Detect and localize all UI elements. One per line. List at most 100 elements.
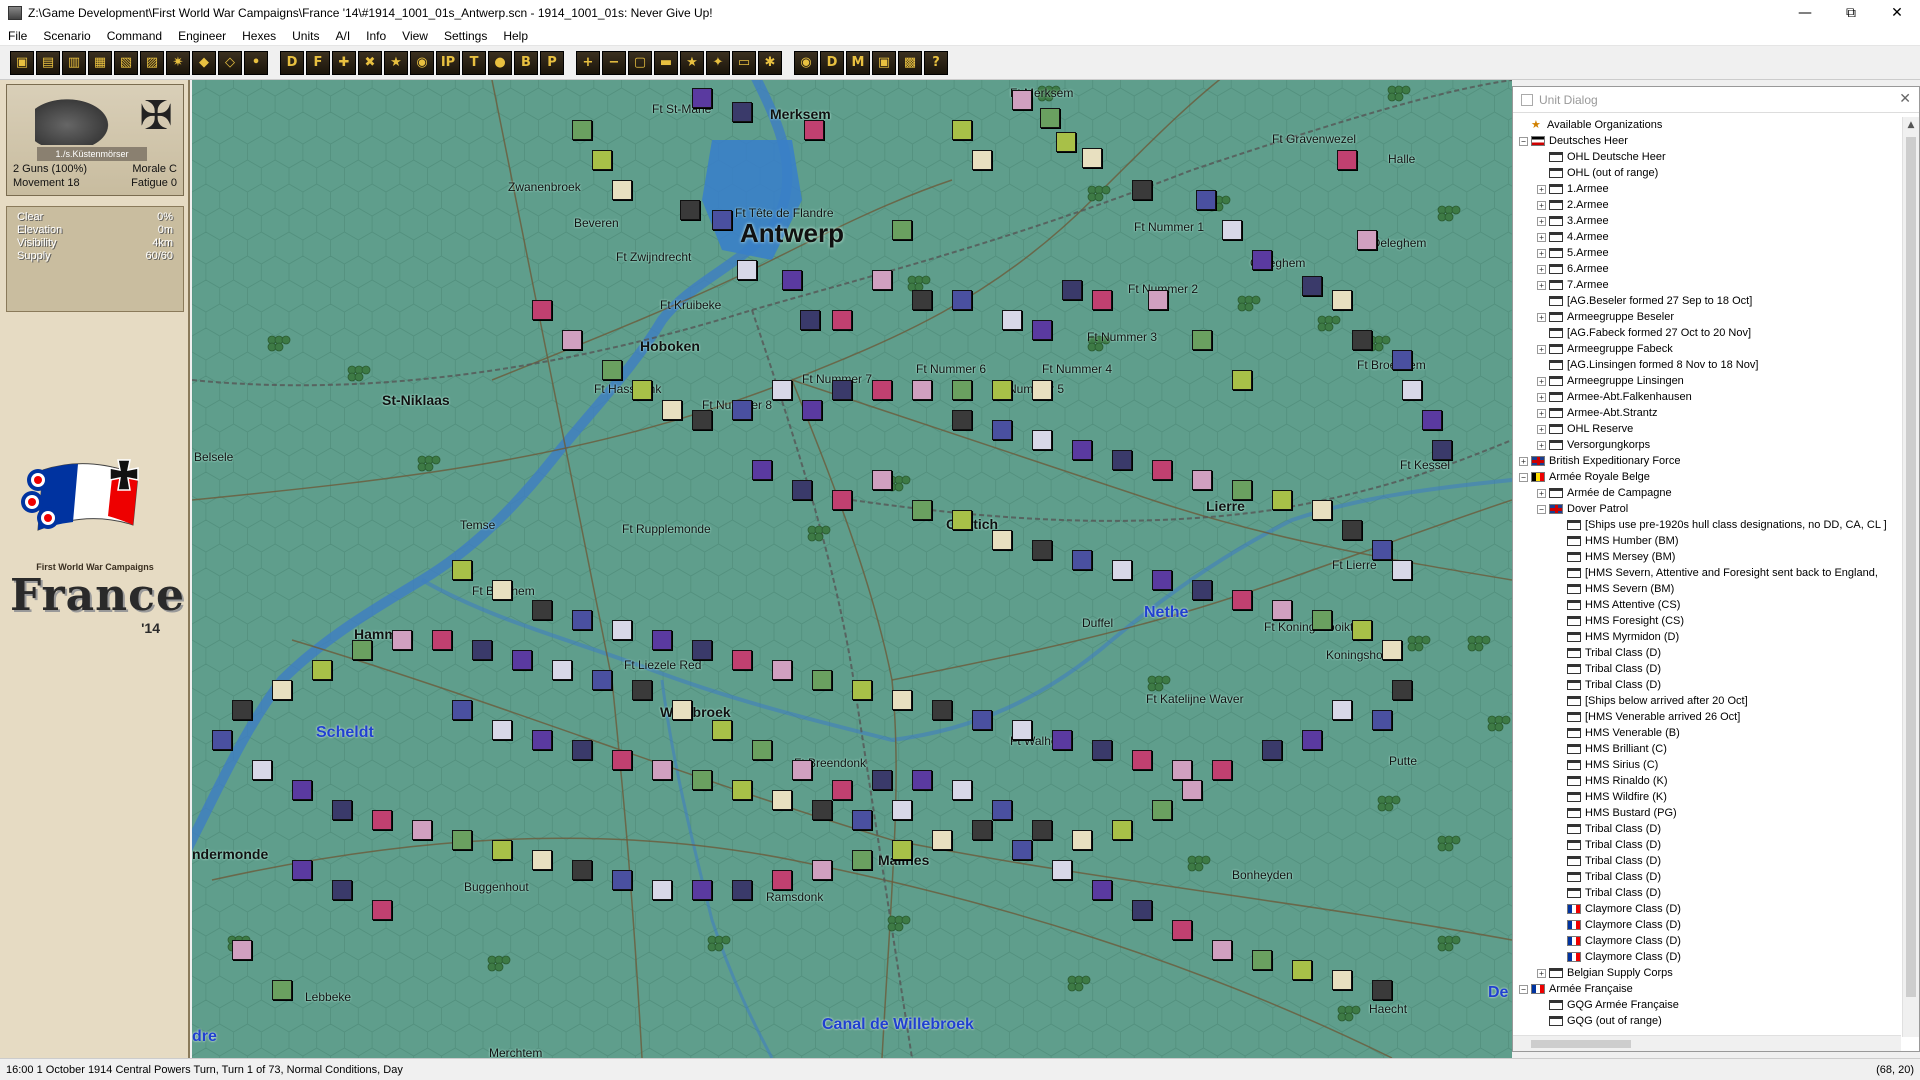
unit-counter[interactable]	[552, 660, 572, 680]
toolbar-button-23[interactable]: −	[602, 50, 626, 75]
unit-counter[interactable]	[1172, 760, 1192, 780]
toolbar-button-25[interactable]: ▬	[654, 50, 678, 75]
tree-item[interactable]: − Deutsches Heer	[1513, 133, 1901, 149]
unit-counter[interactable]	[612, 180, 632, 200]
unit-counter[interactable]	[612, 870, 632, 890]
unit-counter[interactable]	[872, 380, 892, 400]
organization-tree[interactable]: ★ Available Organizations − Deutsches Heer O…	[1513, 117, 1901, 1037]
unit-counter[interactable]	[492, 580, 512, 600]
unit-counter[interactable]	[432, 630, 452, 650]
unit-counter[interactable]	[1132, 750, 1152, 770]
unit-counter[interactable]	[1092, 740, 1112, 760]
unit-counter[interactable]	[1112, 450, 1132, 470]
unit-counter[interactable]	[792, 760, 812, 780]
tree-item[interactable]: Tribal Class (D)	[1513, 885, 1901, 901]
unit-counter[interactable]	[692, 88, 712, 108]
unit-counter[interactable]	[804, 120, 824, 140]
unit-counter[interactable]	[1112, 820, 1132, 840]
unit-card[interactable]: ✠ 1./s.Küstenmörser 2 Guns (100%) Morale…	[6, 84, 184, 196]
toolbar-button-8[interactable]: ◆	[192, 50, 216, 75]
expand-toggle-icon[interactable]: −	[1519, 984, 1528, 994]
unit-counter[interactable]	[1062, 280, 1082, 300]
unit-counter[interactable]	[892, 690, 912, 710]
unit-counter[interactable]	[812, 860, 832, 880]
unit-counter[interactable]	[872, 770, 892, 790]
toolbar-button-9[interactable]: ◇	[218, 50, 242, 75]
unit-counter[interactable]	[732, 102, 752, 122]
unit-counter[interactable]	[1072, 830, 1092, 850]
unit-counter[interactable]	[1072, 550, 1092, 570]
expand-toggle-icon[interactable]: −	[1519, 472, 1528, 482]
unit-counter[interactable]	[912, 770, 932, 790]
unit-counter[interactable]	[692, 770, 712, 790]
tree-item[interactable]: + Belgian Supply Corps	[1513, 965, 1901, 981]
toolbar-button-34[interactable]: ▩	[898, 50, 922, 75]
unit-counter[interactable]	[752, 460, 772, 480]
unit-counter[interactable]	[632, 380, 652, 400]
toolbar-button-35[interactable]: ?	[924, 50, 948, 75]
unit-counter[interactable]	[1332, 970, 1352, 990]
unit-counter[interactable]	[852, 810, 872, 830]
unit-counter[interactable]	[1372, 710, 1392, 730]
expand-toggle-icon[interactable]: +	[1537, 264, 1546, 274]
toolbar-button-21[interactable]: P	[540, 50, 564, 75]
unit-counter[interactable]	[1082, 148, 1102, 168]
unit-counter[interactable]	[562, 330, 582, 350]
unit-counter[interactable]	[732, 650, 752, 670]
tree-item[interactable]: [HMS Severn, Attentive and Foresight sen…	[1513, 565, 1901, 581]
expand-toggle-icon[interactable]: −	[1537, 504, 1546, 514]
hex-map[interactable]: Antwerp Merksem Hoboken St-Niklaas Hamme Will…	[192, 80, 1512, 1058]
tree-item[interactable]: Claymore Class (D)	[1513, 933, 1901, 949]
toolbar-button-6[interactable]: ▨	[140, 50, 164, 75]
unit-counter[interactable]	[1092, 290, 1112, 310]
toolbar-button-29[interactable]: ✱	[758, 50, 782, 75]
tree-item[interactable]: Tribal Class (D)	[1513, 645, 1901, 661]
unit-counter[interactable]	[572, 120, 592, 140]
unit-counter[interactable]	[1152, 460, 1172, 480]
unit-counter[interactable]	[892, 800, 912, 820]
unit-counter[interactable]	[1272, 600, 1292, 620]
toolbar-button-30[interactable]: ◉	[794, 50, 818, 75]
unit-counter[interactable]	[492, 720, 512, 740]
expand-toggle-icon[interactable]: +	[1537, 232, 1546, 242]
expand-toggle-icon[interactable]: +	[1537, 968, 1546, 978]
unit-counter[interactable]	[1132, 180, 1152, 200]
unit-counter[interactable]	[392, 630, 412, 650]
unit-counter[interactable]	[1402, 380, 1422, 400]
unit-counter[interactable]	[1392, 680, 1412, 700]
unit-counter[interactable]	[892, 840, 912, 860]
unit-counter[interactable]	[912, 290, 932, 310]
unit-counter[interactable]	[832, 490, 852, 510]
tree-item[interactable]: [Ships below arrived after 20 Oct]	[1513, 693, 1901, 709]
unit-counter[interactable]	[1192, 330, 1212, 350]
unit-counter[interactable]	[832, 780, 852, 800]
unit-counter[interactable]	[692, 640, 712, 660]
unit-counter[interactable]	[732, 400, 752, 420]
unit-counter[interactable]	[1032, 430, 1052, 450]
tree-item[interactable]: +4.Armee	[1513, 229, 1901, 245]
unit-counter[interactable]	[772, 870, 792, 890]
unit-counter[interactable]	[1192, 580, 1212, 600]
unit-counter[interactable]	[832, 380, 852, 400]
unit-counter[interactable]	[1352, 620, 1372, 640]
toolbar-button-27[interactable]: ✦	[706, 50, 730, 75]
unit-counter[interactable]	[672, 700, 692, 720]
unit-counter[interactable]	[1132, 900, 1152, 920]
scroll-up-icon[interactable]: ▲	[1903, 117, 1919, 134]
unit-dialog[interactable]: Unit Dialog ✕ ★ Available Organizations − D…	[1512, 86, 1920, 1052]
unit-counter[interactable]	[1232, 370, 1252, 390]
unit-counter[interactable]	[472, 640, 492, 660]
unit-counter[interactable]	[1357, 230, 1377, 250]
menu-settings[interactable]: Settings	[436, 29, 495, 43]
unit-counter[interactable]	[532, 730, 552, 750]
unit-counter[interactable]	[572, 860, 592, 880]
unit-counter[interactable]	[932, 830, 952, 850]
tree-item[interactable]: − Dover Patrol	[1513, 501, 1901, 517]
unit-counter[interactable]	[452, 700, 472, 720]
tree-horizontal-scrollbar[interactable]	[1513, 1035, 1901, 1051]
unit-counter[interactable]	[292, 860, 312, 880]
unit-counter[interactable]	[732, 780, 752, 800]
toolbar-button-26[interactable]: ★	[680, 50, 704, 75]
close-icon[interactable]: ✕	[1899, 91, 1911, 107]
unit-counter[interactable]	[1352, 330, 1372, 350]
